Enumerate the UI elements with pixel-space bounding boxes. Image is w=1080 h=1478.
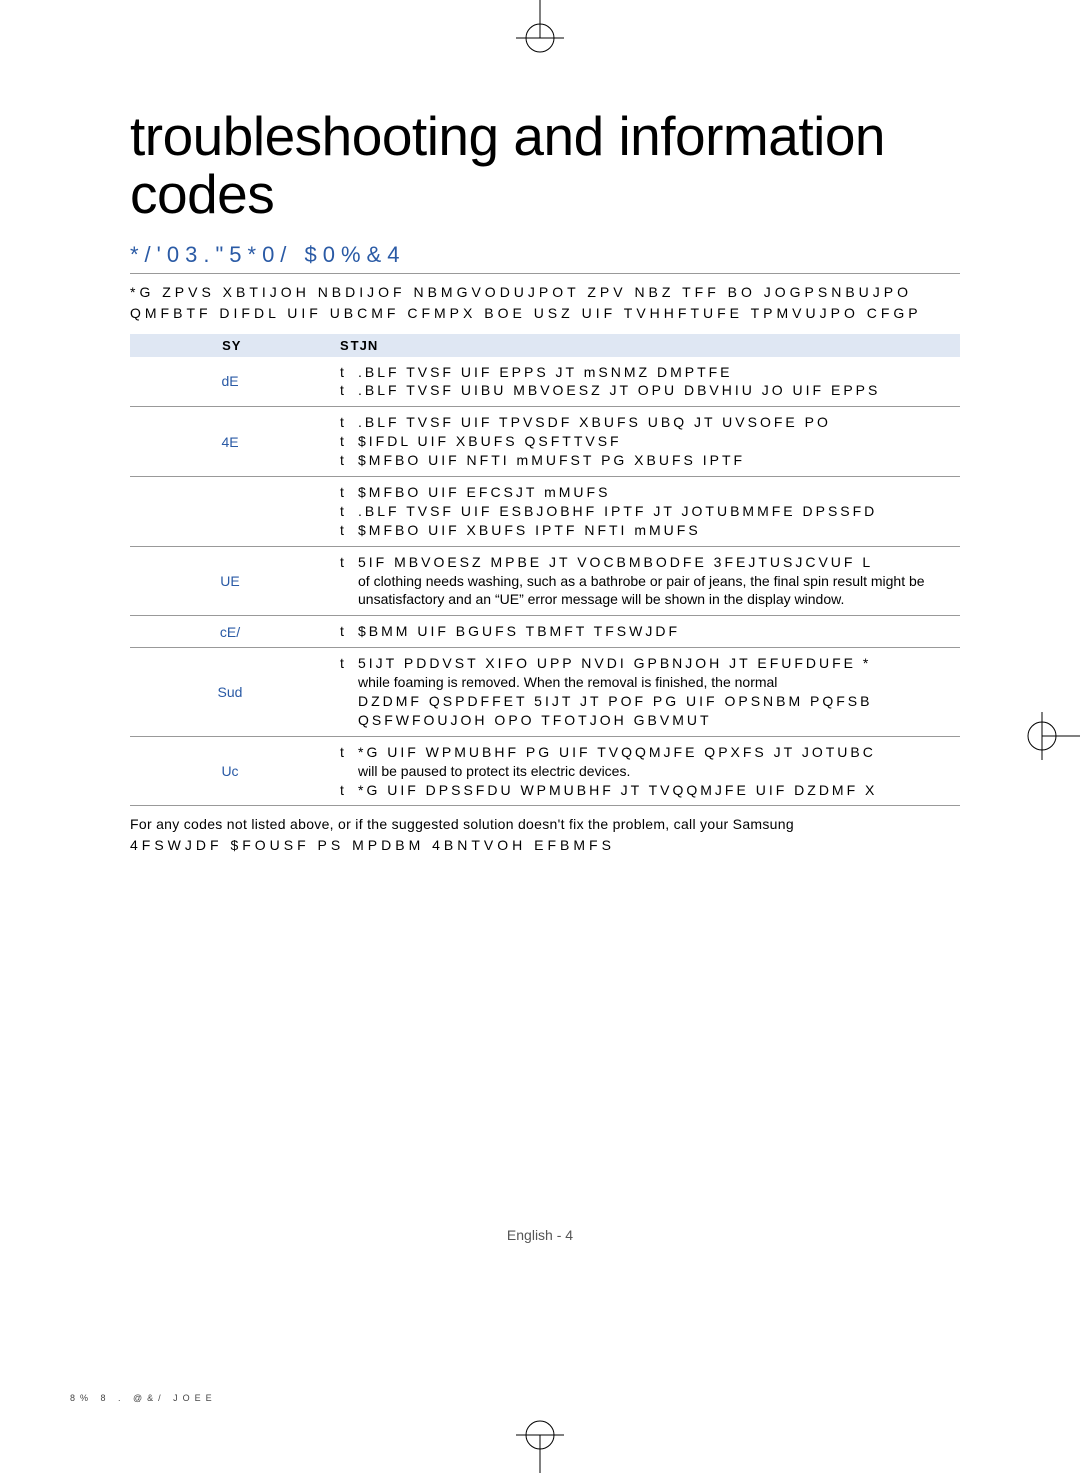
code-cell: 4E	[130, 407, 330, 477]
intro-text: *G ZPVS XBTIJOH NBDIJOF NBMGVODUJPOT ZPV…	[130, 282, 960, 324]
solution-item: $MFBO UIF EFCSJT mMUFS	[340, 483, 950, 502]
footer-filename: 8% 8 . @&/ JOEE	[70, 1393, 217, 1403]
solution-item: 5IF MBVOESZ MPBE JT VOCBMBODFE 3FEJTUSJC…	[340, 553, 950, 572]
solution-item: 5IJT PDDVST XIFO UPP NVDI GPBNJOH JT EFU…	[340, 654, 950, 673]
solution-item: $MFBO UIF XBUFS IPTF NFTI mMUFS	[340, 521, 950, 540]
page-number: English - 4	[0, 1227, 1080, 1243]
crop-mark-bottom	[0, 1413, 1080, 1473]
table-row: Sud 5IJT PDDVST XIFO UPP NVDI GPBNJOH JT …	[130, 648, 960, 737]
solution-item: .BLF TVSF UIF ESBJOBHF IPTF JT JOTUBMMFE…	[340, 502, 950, 521]
solution-cell: $BMM UIF BGUFS TBMFT TFSWJDF	[330, 616, 960, 648]
code-cell: 	[130, 476, 330, 546]
crop-mark-right	[1020, 0, 1080, 1473]
solution-cell: .BLF TVSF UIF TPVSDF XBUFS UBQ JT UVSOFE…	[330, 407, 960, 477]
outro-text: For any codes not listed above, or if th…	[130, 814, 960, 855]
table-row: UE 5IF MBVOESZ MPBE JT VOCBMBODFE 3FEJTUS…	[130, 546, 960, 616]
crop-mark-top	[0, 0, 1080, 60]
solution-item: $BMM UIF BGUFS TBMFT TFSWJDF	[340, 622, 950, 641]
solution-item: .BLF TVSF UIF TPVSDF XBUFS UBQ JT UVSOFE…	[340, 413, 950, 432]
intro-line: QMFBTF DIFDL UIF UBCMF CFMPX BOE USZ UIF…	[130, 305, 922, 321]
section-heading: */'03."5*0/ $0%&4	[130, 242, 960, 274]
solution-item: .BLF TVSF UIF EPPS JT mSNMZ DMPTFE	[340, 363, 950, 382]
intro-line: *G ZPVS XBTIJOH NBDIJOF NBMGVODUJPOT ZPV…	[130, 284, 912, 300]
solution-item: QSFWFOUJOH OPO TFOTJOH GBVMUT	[340, 711, 950, 730]
code-cell: cE/	[130, 616, 330, 648]
solution-cell: $MFBO UIF EFCSJT mMUFS.BLF TVSF UIF ESBJ…	[330, 476, 960, 546]
solution-item: while foaming is removed. When the remov…	[340, 673, 950, 692]
outro-line: 4FSWJDF $FOUSF PS MPDBM 4BNTVOH EFBMFS	[130, 837, 615, 853]
solution-cell: .BLF TVSF UIF EPPS JT mSNMZ DMPTFE.BLF T…	[330, 357, 960, 407]
table-row: dE.BLF TVSF UIF EPPS JT mSNMZ DMPTFE.BLF…	[130, 357, 960, 407]
table-row: Uc *G UIF WPMUBHF PG UIF TVQQMJFE QPXFS J…	[130, 736, 960, 806]
code-cell: UE	[130, 546, 330, 616]
col-header-code:  SY	[130, 334, 330, 357]
solution-item: of clothing needs washing, such as a bat…	[340, 572, 950, 610]
solution-cell: *G UIF WPMUBHF PG UIF TVQQMJFE QPXFS JT …	[330, 736, 960, 806]
solution-cell: 5IJT PDDVST XIFO UPP NVDI GPBNJOH JT EFU…	[330, 648, 960, 737]
table-row: $MFBO UIF EFCSJT mMUFS.BLF TVSF UIF ESB…	[130, 476, 960, 546]
solution-item: *G UIF DPSSFDU WPMUBHF JT TVQQMJFE UIF D…	[340, 781, 950, 800]
col-header-solution: STJN	[330, 334, 960, 357]
page-title: troubleshooting and information codes	[130, 108, 960, 224]
solution-item: $IFDL UIF XBUFS QSFTTVSF	[340, 432, 950, 451]
solution-cell: 5IF MBVOESZ MPBE JT VOCBMBODFE 3FEJTUSJC…	[330, 546, 960, 616]
code-cell: Uc	[130, 736, 330, 806]
code-cell: Sud	[130, 648, 330, 737]
solution-item: $MFBO UIF NFTI mMUFST PG XBUFS IPTF	[340, 451, 950, 470]
table-row: cE/ $BMM UIF BGUFS TBMFT TFSWJDF	[130, 616, 960, 648]
solution-item: .BLF TVSF UIBU MBVOESZ JT OPU DBVHIU JO …	[340, 381, 950, 400]
table-row: 4E .BLF TVSF UIF TPVSDF XBUFS UBQ JT UVSO…	[130, 407, 960, 477]
solution-item: will be paused to protect its electric d…	[340, 762, 950, 781]
solution-item: DZDMF QSPDFFET 5IJT JT POF PG UIF OPSNBM…	[340, 692, 950, 711]
code-cell: dE	[130, 357, 330, 407]
info-codes-table:  SY STJN dE.BLF TVSF UIF EPPS JT mSN…	[130, 334, 960, 807]
solution-item: *G UIF WPMUBHF PG UIF TVQQMJFE QPXFS JT …	[340, 743, 950, 762]
page-content: troubleshooting and information codes */…	[130, 108, 960, 855]
outro-line: For any codes not listed above, or if th…	[130, 816, 794, 832]
